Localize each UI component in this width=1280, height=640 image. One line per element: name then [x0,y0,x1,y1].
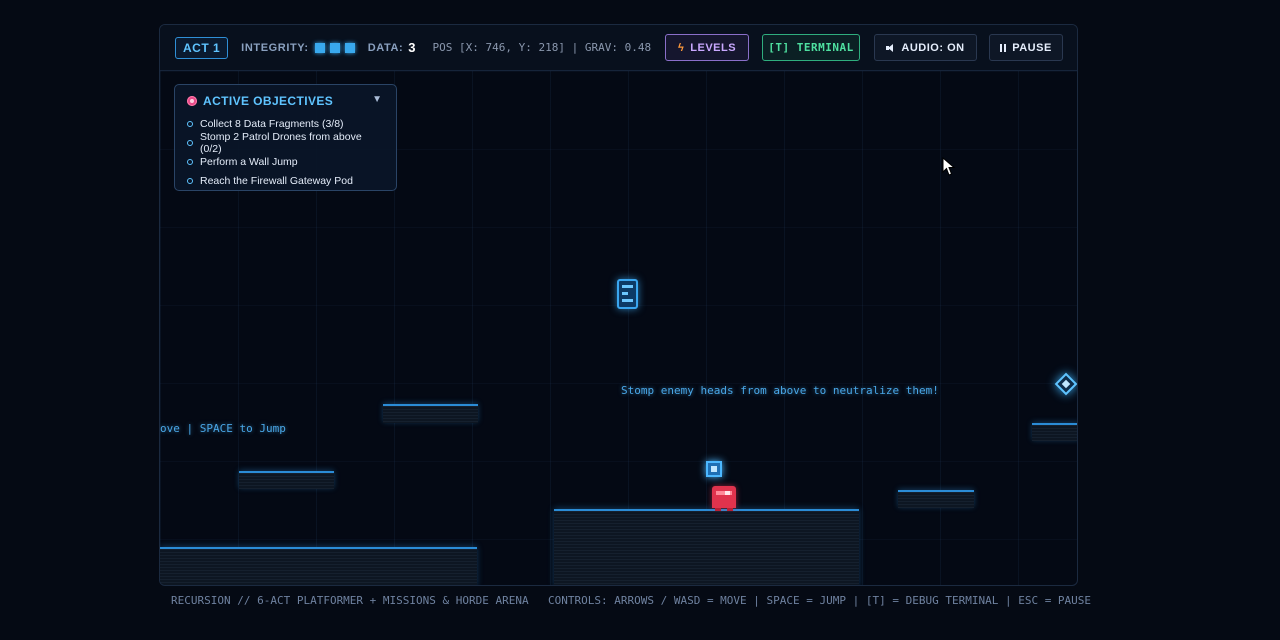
objectives-header: ACTIVE OBJECTIVES [187,94,384,108]
tutorial-hint-jump: ove | SPACE to Jump [160,422,286,435]
pause-button[interactable]: PAUSE [989,34,1063,61]
objectives-panel: ACTIVE OBJECTIVES ▼ Collect 8 Data Fragm… [174,84,397,191]
objective-bullet-icon [187,177,193,184]
objectives-title: ACTIVE OBJECTIVES [203,94,334,108]
objective-bullet-icon [187,120,193,127]
mouse-cursor-icon [942,157,956,176]
objectives-list: Collect 8 Data Fragments (3/8) Stomp 2 P… [187,114,384,190]
objective-bullet-icon [187,158,193,165]
audio-toggle-button[interactable]: AUDIO: ON [874,34,977,61]
data-counter: DATA: 3 [368,40,416,55]
data-label: DATA: [367,41,404,54]
objective-item: Perform a Wall Jump [187,152,384,171]
platform [1032,423,1077,441]
integrity-meter: INTEGRITY: [241,42,355,54]
data-fragment-pickup [706,461,722,477]
integrity-pip [329,42,340,53]
player-character [712,486,736,511]
data-canister-pickup [617,279,638,309]
data-value: 3 [408,40,416,55]
platform [554,509,859,585]
platform [383,404,478,423]
collapse-chevron-icon[interactable]: ▼ [372,94,382,105]
terminal-button-label: [T] TERMINAL [768,41,854,54]
footer-controls: CONTROLS: ARROWS / WASD = MOVE | SPACE =… [548,594,1092,607]
objective-item: Reach the Firewall Gateway Pod [187,171,384,190]
objective-item: Stomp 2 Patrol Drones from above (0/2) [187,131,384,155]
integrity-pip [314,42,325,53]
integrity-label: INTEGRITY: [241,41,309,54]
pause-icon [1000,43,1007,52]
integrity-pips [314,42,355,53]
game-viewport[interactable]: ACT 1 INTEGRITY: DATA: 3 POS [X: 746, Y:… [159,24,1078,586]
objective-bullet-icon [187,139,193,146]
platform [160,547,477,585]
levels-button-label: LEVELS [690,41,737,54]
lightning-bolt-icon: ϟ [677,41,685,54]
audio-button-label: AUDIO: ON [901,41,965,54]
position-readout: POS [X: 746, Y: 218] | GRAV: 0.48 [432,41,652,54]
hud-bar: ACT 1 INTEGRITY: DATA: 3 POS [X: 746, Y:… [160,25,1077,71]
act-badge: ACT 1 [175,36,229,59]
target-icon [187,96,197,106]
footer-title: RECURSION // 6-ACT PLATFORMER + MISSIONS… [171,594,529,607]
platform [239,471,334,489]
platform [898,490,974,508]
tutorial-hint-stomp: Stomp enemy heads from above to neutrali… [621,384,939,397]
speaker-icon [886,43,895,52]
levels-button[interactable]: ϟ LEVELS [665,34,749,61]
pause-button-label: PAUSE [1012,41,1052,54]
terminal-button[interactable]: [T] TERMINAL [762,34,860,61]
integrity-pip [344,42,355,53]
